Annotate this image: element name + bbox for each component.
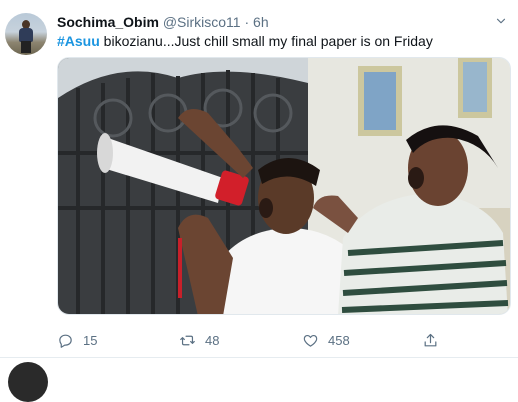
share-button[interactable] [422, 330, 448, 350]
tweet-card[interactable]: Sochima_Obim @Sirkisco11 · 6h #Asuu biko… [0, 0, 518, 358]
avatar-body [19, 28, 33, 42]
like-button[interactable]: 458 [302, 330, 350, 350]
hashtag-link[interactable]: #Asuu [57, 33, 100, 49]
tweet-body: bikozianu...Just chill small my final pa… [99, 33, 433, 49]
reply-button[interactable]: 15 [57, 330, 97, 350]
tweet-photo[interactable] [57, 57, 511, 315]
tweet-divider [0, 357, 518, 358]
share-icon [424, 333, 437, 346]
heart-icon [303, 334, 318, 347]
tweet-text: #Asuu bikozianu...Just chill small my fi… [57, 33, 433, 50]
tweet-time[interactable]: 6h [253, 14, 269, 30]
tweet-header: Sochima_Obim @Sirkisco11 · 6h [57, 14, 269, 31]
retweet-count: 48 [205, 332, 220, 348]
chevron-down-icon[interactable] [494, 14, 508, 28]
author-name[interactable]: Sochima_Obim [57, 14, 159, 30]
next-tweet-avatar[interactable] [8, 362, 48, 402]
author-handle[interactable]: @Sirkisco11 [163, 14, 241, 30]
retweet-icon [180, 335, 195, 345]
tweet-actions: 15 48 458 [57, 330, 457, 350]
author-avatar[interactable] [5, 13, 47, 55]
reply-icon [59, 334, 72, 348]
photo-illustration [58, 58, 510, 314]
avatar-legs [21, 41, 31, 53]
like-count: 458 [328, 332, 350, 348]
reply-count: 15 [83, 332, 98, 348]
separator-dot: · [244, 14, 250, 30]
retweet-button[interactable]: 48 [179, 330, 219, 350]
